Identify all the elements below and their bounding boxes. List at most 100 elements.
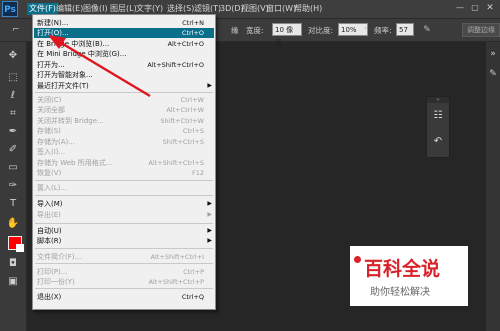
file-menu-item[interactable]: 存储为(A)... Shift+Ctrl+S (34, 137, 214, 147)
menu-item-label: 打开为... (37, 61, 65, 69)
eyedropper-tool-icon[interactable]: ✒ (5, 124, 21, 140)
menu-item-shortcut: Shift+Ctrl+W (160, 117, 204, 125)
menu-item-label: 导出(E) (37, 211, 61, 219)
menu-separator (35, 288, 213, 289)
contrast-label: 对比度: (308, 26, 334, 35)
file-menu-item[interactable]: 导出(E) ▶ (34, 210, 214, 220)
file-menu-item[interactable]: 关闭全部 Alt+Ctrl+W (34, 105, 214, 115)
eraser-tool-icon[interactable]: ▭ (5, 160, 21, 176)
adjust-edge-button[interactable]: 调整边缘 (462, 23, 500, 37)
file-menu-item[interactable]: 存储为 Web 所用格式... Alt+Shift+Ctrl+S (34, 158, 214, 168)
menu-item-label: 打开(O)... (37, 29, 69, 37)
pen-pressure-icon[interactable]: ✎ (420, 23, 434, 37)
right-dock: » ✎ (486, 42, 500, 331)
menu-item-label: 打开为智能对象... (37, 71, 93, 79)
menu-item-label: 在 Bridge 中浏览(B)... (37, 40, 110, 48)
menu-item-label: 存储(S) (37, 127, 61, 135)
marquee-tool-icon[interactable]: ⬚ (5, 70, 21, 86)
file-menu-item[interactable]: 打印一份(Y) Alt+Shift+Ctrl+P (34, 277, 214, 287)
menu-separator (35, 263, 213, 264)
menu-item-label: 存储为 Web 所用格式... (37, 159, 113, 167)
menu-item-shortcut: Alt+Shift+Ctrl+O (147, 61, 204, 69)
file-menu-item[interactable]: 打开(O)... Ctrl+O (34, 28, 214, 38)
menu-separator (35, 92, 213, 93)
file-menu-item[interactable]: 签入(I)... (34, 147, 214, 157)
menu-item-shortcut: Alt+Ctrl+W (166, 106, 204, 114)
file-menu-item[interactable]: 自动(U) ▶ (34, 226, 214, 236)
menu-item-label: 打印一份(Y) (37, 278, 75, 286)
move-tool-icon[interactable]: ✥ (5, 48, 21, 64)
panel-collapse-icon[interactable]: » (487, 48, 499, 60)
submenu-arrow-icon: ▶ (207, 200, 212, 207)
menu-item-label: 在 Mini Bridge 中浏览(G)... (37, 50, 127, 58)
submenu-arrow-icon: ▶ (207, 227, 212, 234)
background-color-swatch[interactable] (16, 244, 24, 252)
width-field[interactable]: 10 像素 (272, 23, 302, 47)
menu-separator (35, 180, 213, 181)
menu-separator (35, 223, 213, 224)
file-menu-item[interactable]: 关闭(C) Ctrl+W (34, 95, 214, 105)
width-label: 宽度: (246, 26, 264, 35)
file-menu-item[interactable]: 最近打开文件(T) ▶ (34, 81, 214, 91)
frequency-field[interactable]: 57 (396, 23, 414, 36)
file-menu-item[interactable]: 存储(S) Ctrl+S (34, 126, 214, 136)
screen-mode-icon[interactable]: ▣ (5, 274, 21, 290)
file-menu-item[interactable]: 打开为... Alt+Shift+Ctrl+O (34, 60, 214, 70)
submenu-arrow-icon: ▶ (207, 237, 212, 244)
contrast-dropdown-icon[interactable]: ▾ (364, 25, 367, 32)
adjustments-icon[interactable]: ☷ (431, 109, 445, 123)
menu-item-label: 关闭(C) (37, 96, 62, 104)
quick-mask-icon[interactable]: ◘ (5, 256, 21, 272)
submenu-arrow-icon: ▶ (207, 82, 212, 89)
crop-tool-icon[interactable]: ⌗ (5, 106, 21, 122)
maximize-button[interactable]: ▢ (470, 3, 480, 13)
frequency-label: 频率: (374, 26, 392, 35)
menu-help[interactable]: 帮助(H) (292, 3, 324, 15)
menu-item-shortcut: Ctrl+S (182, 127, 204, 135)
menu-item-shortcut: Alt+Shift+Ctrl+P (148, 278, 204, 286)
watermark-logo: 百科全说 助你轻松解决 (350, 246, 468, 306)
menu-item-label: 自动(U) (37, 227, 62, 235)
hand-tool-icon[interactable]: ✋ (5, 216, 21, 232)
file-menu-item[interactable]: 退出(X) Ctrl+Q (34, 292, 214, 302)
menu-item-label: 脚本(R) (37, 237, 62, 245)
menu-item-label: 关闭并转到 Bridge... (37, 117, 104, 125)
type-tool-icon[interactable]: T (5, 196, 21, 212)
close-button[interactable]: ✕ (484, 3, 496, 13)
minimize-button[interactable]: — (455, 3, 465, 13)
file-menu-item[interactable]: 打开为智能对象... (34, 70, 214, 80)
tool-preset-icon[interactable]: ⌐ (12, 23, 26, 37)
file-menu-item[interactable]: 文件简介(F)... Alt+Shift+Ctrl+I (34, 252, 214, 262)
menu-item-label: 导入(M) (37, 200, 63, 208)
menu-item-shortcut: Alt+Ctrl+O (167, 40, 204, 48)
feather-label-suffix: 缘 (231, 26, 239, 35)
file-menu-item[interactable]: 关闭并转到 Bridge... Shift+Ctrl+W (34, 116, 214, 126)
menu-item-shortcut: Ctrl+Q (181, 293, 204, 301)
panel-grip[interactable]: » (427, 97, 449, 103)
menu-item-shortcut: Ctrl+W (180, 96, 204, 104)
location-pin-icon (354, 256, 361, 263)
pen-tool-icon[interactable]: ✑ (5, 178, 21, 194)
file-menu-dropdown: 新建(N)... Ctrl+N 打开(O)... Ctrl+O 在 Bridge 中浏览… (32, 14, 216, 310)
menu-item-shortcut: Ctrl+O (181, 29, 204, 37)
floating-mini-panel: » ☷ ↶ (426, 96, 450, 158)
menu-item-shortcut: Ctrl+P (183, 268, 204, 276)
file-menu-item[interactable]: 打印(P)... Ctrl+P (34, 267, 214, 277)
file-menu-item[interactable]: 恢复(V) F12 (34, 168, 214, 178)
brush-presets-icon[interactable]: ✎ (487, 68, 499, 80)
file-menu-item[interactable]: 导入(M) ▶ (34, 199, 214, 209)
history-icon[interactable]: ↶ (431, 135, 445, 149)
file-menu-item[interactable]: 在 Mini Bridge 中浏览(G)... (34, 49, 214, 59)
file-menu-item[interactable]: 新建(N)... Ctrl+N (34, 18, 214, 28)
brush-tool-icon[interactable]: ✐ (5, 142, 21, 158)
tools-panel: ✥ ⬚ ℓ ⌗ ✒ ✐ ▭ ✑ T ✋ ◘ ▣ (0, 42, 27, 331)
file-menu-item[interactable]: 在 Bridge 中浏览(B)... Alt+Ctrl+O (34, 39, 214, 49)
watermark-subtitle: 助你轻松解决 (370, 287, 430, 298)
lasso-tool-icon[interactable]: ℓ (5, 88, 21, 104)
menu-item-label: 置入(L)... (37, 184, 68, 192)
file-menu-item[interactable]: 置入(L)... (34, 183, 214, 193)
menu-separator (35, 195, 213, 196)
menu-item-label: 最近打开文件(T) (37, 82, 89, 90)
file-menu-item[interactable]: 脚本(R) ▶ (34, 236, 214, 246)
menu-item-label: 关闭全部 (37, 106, 65, 114)
